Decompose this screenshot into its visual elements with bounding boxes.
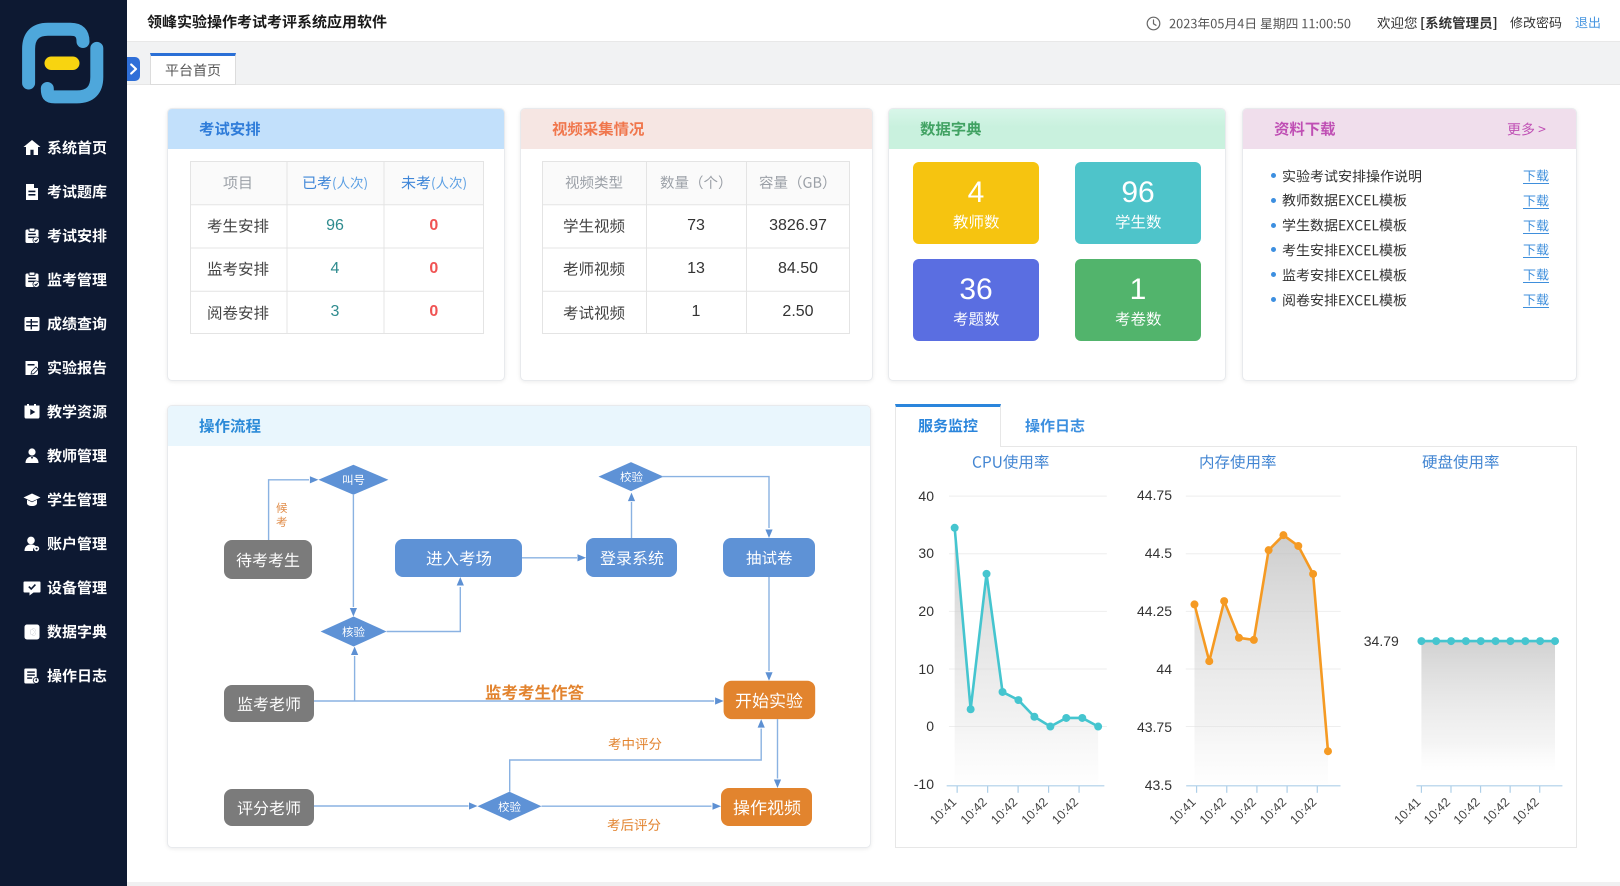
svg-text:10:42: 10:42	[958, 795, 990, 827]
svg-text:10:42: 10:42	[1287, 795, 1319, 827]
svg-text:10:42: 10:42	[1227, 795, 1259, 827]
svg-text:10:42: 10:42	[1257, 795, 1289, 827]
svg-text:10:41: 10:41	[1392, 795, 1424, 827]
svg-text:10:41: 10:41	[1167, 795, 1199, 827]
svg-text:10:42: 10:42	[1049, 795, 1081, 827]
svg-text:10:42: 10:42	[1197, 795, 1229, 827]
svg-text:10:42: 10:42	[1019, 795, 1051, 827]
svg-text:10:42: 10:42	[1421, 795, 1453, 827]
svg-text:10:41: 10:41	[927, 795, 959, 827]
svg-text:10:42: 10:42	[1510, 795, 1542, 827]
svg-text:10:42: 10:42	[988, 795, 1020, 827]
svg-text:10:42: 10:42	[1480, 795, 1512, 827]
svg-text:10:42: 10:42	[1451, 795, 1483, 827]
